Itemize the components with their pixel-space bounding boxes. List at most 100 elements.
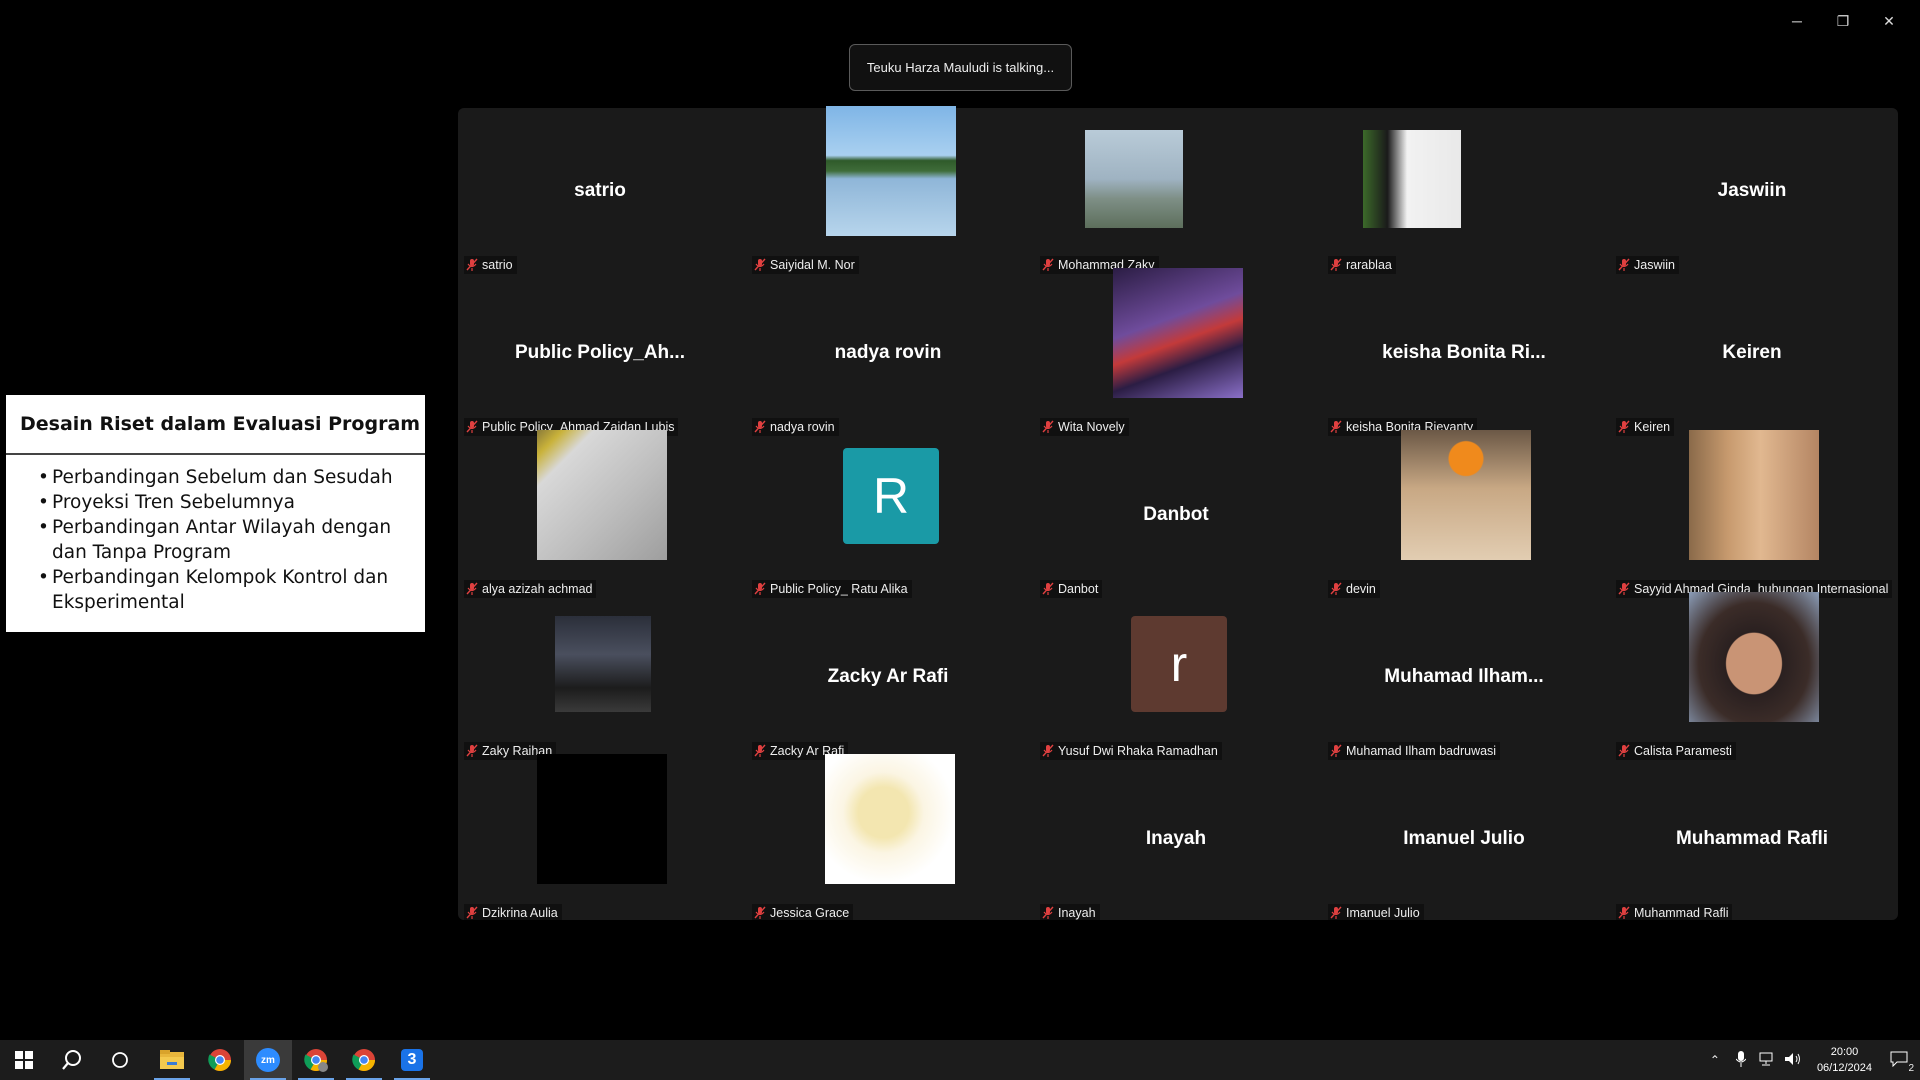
muted-microphone-icon	[1618, 582, 1630, 595]
taskbar-clock[interactable]: 20:00 06/12/2024	[1817, 1044, 1872, 1076]
search-icon[interactable]	[48, 1040, 96, 1080]
participant-tile[interactable]: Jessica Grace	[746, 754, 1030, 926]
notification-icon[interactable]: 2	[1886, 1051, 1914, 1074]
muted-microphone-icon	[1330, 582, 1342, 595]
muted-microphone-icon	[1042, 906, 1054, 919]
participant-tile[interactable]: Jaswiin Jaswiin	[1610, 120, 1894, 278]
participant-name: Imanuel Julio	[1346, 906, 1420, 920]
participant-display-name: Imanuel Julio	[1403, 828, 1525, 849]
chrome-icon[interactable]	[196, 1040, 244, 1080]
participant-tile[interactable]: Zaky Raihan	[458, 606, 742, 764]
microphone-icon[interactable]	[1731, 1050, 1751, 1070]
participant-name: Saiyidal M. Nor	[770, 258, 855, 272]
participant-display-name: keisha Bonita Ri...	[1382, 342, 1546, 363]
participant-tile[interactable]: rarablaa	[1322, 120, 1606, 278]
close-button[interactable]: ✕	[1866, 8, 1912, 34]
restore-button[interactable]: ❐	[1820, 8, 1866, 34]
participant-tile[interactable]: devin	[1322, 430, 1606, 602]
participant-tile[interactable]: alya azizah achmad	[458, 430, 742, 602]
participant-name-label: Calista Paramesti	[1616, 742, 1736, 760]
participant-tile[interactable]: Saiyidal M. Nor	[746, 106, 1030, 278]
participant-name: satrio	[482, 258, 513, 272]
muted-microphone-icon	[1330, 906, 1342, 919]
participant-avatar: r	[1131, 616, 1227, 712]
participant-name-label: Muhamad Ilham badruwasi	[1328, 742, 1501, 760]
participant-gallery: satrio satrio Saiyidal M. Nor Mohammad Zaky…	[458, 106, 1898, 922]
muted-microphone-icon	[1330, 258, 1342, 271]
shared-screen-slide[interactable]: Desain Riset dalam Evaluasi Program Perb…	[6, 395, 425, 632]
participant-tile[interactable]: keisha Bonita Ri... keisha Bonita Rieyant…	[1322, 282, 1606, 440]
participant-tile[interactable]: Mohammad Zaky	[1034, 120, 1318, 278]
task-view-icon[interactable]	[96, 1040, 144, 1080]
participant-tile[interactable]: r Yusuf Dwi Rhaka Ramadhan	[1034, 606, 1318, 764]
slide-bullet: Perbandingan Kelompok Kontrol dan Eksper…	[38, 565, 411, 615]
system-tray: ⌃ 20:00 06/12/2024 2	[1705, 1040, 1920, 1080]
participant-tile[interactable]: Dzikrina Aulia	[458, 754, 742, 926]
participant-tile[interactable]: Wita Novely	[1034, 268, 1318, 440]
chrome-profile-icon[interactable]	[292, 1040, 340, 1080]
muted-microphone-icon	[1042, 582, 1054, 595]
participant-name: Muhammad Rafli	[1634, 906, 1729, 920]
participant-tile[interactable]: Imanuel Julio Imanuel Julio	[1322, 768, 1606, 926]
participant-tile[interactable]: R Public Policy_ Ratu Alika	[746, 444, 1030, 602]
muted-microphone-icon	[466, 258, 478, 271]
participant-name-label: Inayah	[1040, 904, 1100, 922]
participant-tile[interactable]: Inayah Inayah	[1034, 768, 1318, 926]
participant-tile[interactable]: Muhamad Ilham... Muhamad Ilham badruwasi	[1322, 606, 1606, 764]
participant-tile[interactable]: Zacky Ar Rafi Zacky Ar Rafi	[746, 606, 1030, 764]
clock-date: 06/12/2024	[1816, 1062, 1872, 1074]
start-icon[interactable]	[0, 1040, 48, 1080]
participant-tile[interactable]: Muhammad Rafli Muhammad Rafli	[1610, 768, 1894, 926]
participant-display-name: Public Policy_Ah...	[515, 342, 685, 363]
participant-name: Jessica Grace	[770, 906, 850, 920]
window-controls: ─ ❐ ✕	[1774, 8, 1912, 34]
app-3-icon[interactable]: 3	[388, 1040, 436, 1080]
participant-video-thumbnail	[825, 754, 955, 884]
chrome-icon-2[interactable]	[340, 1040, 388, 1080]
chevron-up-icon[interactable]: ⌃	[1705, 1053, 1725, 1067]
participant-video-thumbnail	[1689, 430, 1819, 560]
windows-taskbar: zm 3 ⌃ 20:00 06/12/2024 2	[0, 1040, 1920, 1080]
participant-tile[interactable]: satrio satrio	[458, 120, 742, 278]
minimize-button[interactable]: ─	[1774, 8, 1820, 34]
participant-display-name: Jaswiin	[1717, 180, 1787, 201]
file-explorer-icon[interactable]	[148, 1040, 196, 1080]
app-3-icon-label: 3	[401, 1049, 423, 1071]
muted-microphone-icon	[754, 582, 766, 595]
participant-display-name: Keiren	[1722, 342, 1782, 363]
participant-name: Inayah	[1058, 906, 1096, 920]
muted-microphone-icon	[1042, 744, 1054, 757]
participant-name-label: Jaswiin	[1616, 256, 1679, 274]
participant-avatar: R	[843, 448, 939, 544]
participant-display-name: Muhammad Rafli	[1675, 828, 1829, 849]
participant-name: Dzikrina Aulia	[482, 906, 558, 920]
muted-microphone-icon	[1330, 744, 1342, 757]
participant-display-name: Muhamad Ilham...	[1384, 666, 1544, 687]
slide-bullet-list: Perbandingan Sebelum dan Sesudah Proyeks…	[6, 455, 425, 615]
muted-microphone-icon	[1330, 420, 1342, 433]
participant-tile[interactable]: nadya rovin nadya rovin	[746, 282, 1030, 440]
muted-microphone-icon	[754, 744, 766, 757]
participant-name-label: Danbot	[1040, 580, 1103, 598]
participant-video-thumbnail	[537, 754, 667, 884]
participant-name: Public Policy_ Ratu Alika	[770, 582, 908, 596]
participant-name-label: Jessica Grace	[752, 904, 854, 922]
participant-name: Muhamad Ilham badruwasi	[1346, 744, 1497, 758]
volume-icon[interactable]	[1783, 1052, 1803, 1069]
participant-name-label: Saiyidal M. Nor	[752, 256, 859, 274]
network-icon[interactable]	[1757, 1052, 1777, 1069]
participant-tile[interactable]: Calista Paramesti	[1610, 592, 1894, 764]
participant-tile[interactable]: Danbot Danbot	[1034, 444, 1318, 602]
participant-name-label: Dzikrina Aulia	[464, 904, 562, 922]
zoom-icon[interactable]: zm	[244, 1040, 292, 1080]
clock-time: 20:00	[1830, 1046, 1859, 1058]
participant-name: rarablaa	[1346, 258, 1392, 272]
participant-video-thumbnail	[826, 106, 956, 236]
muted-microphone-icon	[1618, 258, 1630, 271]
participant-tile[interactable]: Public Policy_Ah... Public Policy_Ahmad Z…	[458, 282, 742, 440]
participant-tile[interactable]: Keiren Keiren	[1610, 282, 1894, 440]
participant-tile[interactable]: Sayyid Ahmad Ginda_hubungan Internasiona…	[1610, 430, 1894, 602]
participant-name-label: alya azizah achmad	[464, 580, 597, 598]
slide-bullet: Perbandingan Sebelum dan Sesudah	[38, 465, 411, 490]
participant-name-label: Muhammad Rafli	[1616, 904, 1733, 922]
